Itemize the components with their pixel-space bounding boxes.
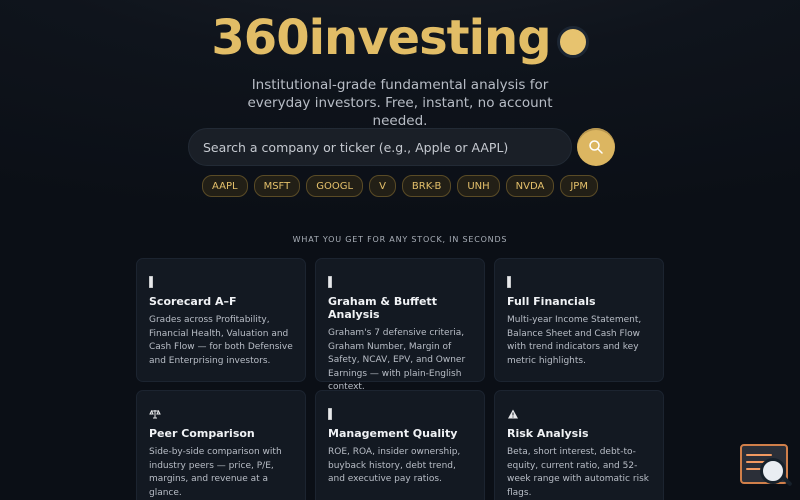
brand-dot-icon bbox=[556, 26, 589, 58]
ticker-chip[interactable]: BRK-B bbox=[401, 175, 452, 197]
warning-icon bbox=[507, 405, 519, 419]
search-input[interactable] bbox=[201, 132, 559, 162]
feature-card-scorecard: Scorecard A–F Grades across Profitabilit… bbox=[136, 258, 306, 382]
ticker-chip[interactable]: NVDA bbox=[505, 175, 555, 197]
scales-icon bbox=[149, 405, 161, 419]
search-bar bbox=[188, 128, 615, 166]
card-title: Management Quality bbox=[328, 427, 458, 440]
feature-card-full-financials: Full Financials Multi-year Income Statem… bbox=[494, 258, 664, 382]
ticker-chip[interactable]: AAPL bbox=[202, 175, 248, 197]
feature-card-peer-comparison: Peer Comparison Side-by-side comparison … bbox=[136, 390, 306, 500]
features-section-title: WHAT YOU GET FOR ANY STOCK, IN SECONDS bbox=[292, 235, 508, 244]
search-icon bbox=[589, 140, 603, 154]
ticker-chip[interactable]: JPM bbox=[560, 175, 598, 197]
hero-subtitle: Institutional-grade fundamental analysis… bbox=[247, 77, 553, 129]
hero-section: 360investing Institutional-grade fundame… bbox=[0, 8, 800, 130]
card-title: Graham & Buffett Analysis bbox=[328, 295, 437, 321]
card-title: Scorecard A–F bbox=[149, 295, 237, 308]
card-description: Multi-year Income Statement, Balance She… bbox=[507, 315, 642, 366]
ticker-chip[interactable]: UNH bbox=[457, 175, 500, 197]
ticker-chip[interactable]: MSFT bbox=[253, 175, 301, 197]
search-input-wrapper[interactable] bbox=[188, 128, 572, 166]
card-description: Grades across Profitability, Financial H… bbox=[149, 315, 293, 366]
card-description: Beta, short interest, debt-to-equity, cu… bbox=[507, 447, 649, 498]
card-description: ROE, ROA, insider ownership, buyback his… bbox=[328, 447, 461, 484]
ticker-chips: AAPL MSFT GOOGL V BRK-B UNH NVDA JPM bbox=[0, 175, 800, 197]
bar-icon bbox=[507, 273, 519, 288]
bar-icon bbox=[149, 273, 161, 288]
bar-icon bbox=[328, 405, 340, 420]
feature-card-graham-buffett: Graham & Buffett Analysis Graham's 7 def… bbox=[315, 258, 485, 392]
brand-title: 360investing bbox=[211, 10, 551, 66]
card-title: Peer Comparison bbox=[149, 427, 255, 440]
features-grid: Scorecard A–F Grades across Profitabilit… bbox=[136, 258, 664, 500]
ticker-chip[interactable]: GOOGL bbox=[306, 175, 364, 197]
ticker-chip[interactable]: V bbox=[369, 175, 396, 197]
card-description: Graham's 7 defensive criteria, Graham Nu… bbox=[328, 328, 466, 392]
card-title: Risk Analysis bbox=[507, 427, 589, 440]
bar-icon bbox=[328, 273, 340, 288]
search-button[interactable] bbox=[577, 128, 615, 166]
feature-card-management-quality: Management Quality ROE, ROA, insider own… bbox=[315, 390, 485, 500]
feature-card-risk-analysis: Risk Analysis Beta, short interest, debt… bbox=[494, 390, 664, 500]
floating-help-widget[interactable] bbox=[740, 444, 796, 500]
magnifier-icon bbox=[760, 458, 786, 484]
card-description: Side-by-side comparison with industry pe… bbox=[149, 447, 282, 498]
card-title: Full Financials bbox=[507, 295, 596, 308]
brand: 360investing bbox=[211, 10, 589, 66]
landing-page: 360investing Institutional-grade fundame… bbox=[0, 0, 800, 500]
